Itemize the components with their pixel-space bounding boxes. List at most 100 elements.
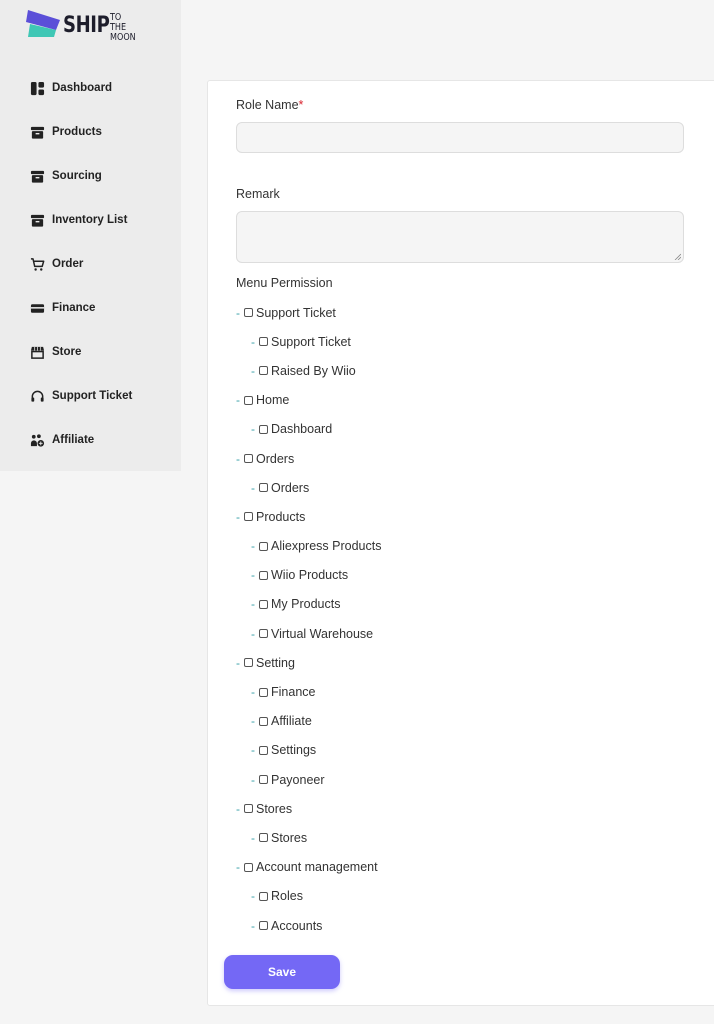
- permission-checkbox[interactable]: [244, 862, 253, 872]
- permission-child-row: - Payoneer: [236, 765, 714, 794]
- permission-checkbox[interactable]: [244, 395, 253, 405]
- permission-checkbox[interactable]: [259, 745, 268, 755]
- tree-dash: -: [236, 801, 240, 816]
- permission-group-row: - Stores: [236, 794, 714, 823]
- sidebar-item-products[interactable]: Products: [0, 110, 181, 154]
- permission-label: Orders: [271, 480, 310, 495]
- permission-group-row: - Orders: [236, 444, 714, 473]
- sidebar-item-finance[interactable]: Finance: [0, 286, 181, 330]
- permission-checkbox[interactable]: [244, 804, 253, 814]
- sidebar-item-label: Inventory List: [52, 214, 128, 226]
- sidebar-item-label: Sourcing: [52, 170, 102, 182]
- permission-child-row: - Support Ticket: [236, 327, 714, 356]
- permission-tree: - Support Ticket - Support Ticket - Raised By…: [236, 298, 714, 940]
- save-button[interactable]: Save: [224, 955, 340, 989]
- sidebar-item-label: Dashboard: [52, 82, 113, 94]
- permission-checkbox[interactable]: [259, 483, 268, 493]
- wallet-icon: [30, 303, 45, 313]
- permission-child-row: - Stores: [236, 823, 714, 852]
- permission-label: Home: [256, 393, 290, 408]
- sidebar-item-affiliate[interactable]: Affiliate: [0, 418, 181, 462]
- permission-checkbox[interactable]: [244, 512, 253, 522]
- permission-label: Account management: [256, 860, 378, 875]
- permission-checkbox[interactable]: [259, 599, 268, 609]
- tree-dash: -: [251, 830, 255, 845]
- permission-child-row: - My Products: [236, 590, 714, 619]
- tree-dash: -: [251, 363, 255, 378]
- role-name-label: Role Name*: [236, 98, 304, 112]
- role-form-card: Role Name* Remark Menu Permission - Suppo…: [207, 80, 714, 1006]
- tree-dash: -: [236, 393, 240, 408]
- tree-dash: -: [236, 860, 240, 875]
- permission-child-row: - Affiliate: [236, 707, 714, 736]
- sidebar-item-label: Store: [52, 346, 82, 358]
- logo[interactable]: SHIP TO THE MOON: [26, 10, 141, 43]
- remark-textarea[interactable]: [236, 211, 684, 263]
- archive-box-icon: [30, 170, 45, 183]
- sidebar-nav: Dashboard Products Sourcing Inventory Li…: [0, 66, 181, 462]
- permission-label: Virtual Warehouse: [271, 626, 374, 641]
- permission-label: Setting: [256, 655, 295, 670]
- sidebar-item-label: Finance: [52, 302, 96, 314]
- permission-child-row: - Finance: [236, 677, 714, 706]
- tree-dash: -: [236, 451, 240, 466]
- permission-group-row: - Home: [236, 386, 714, 415]
- permission-checkbox[interactable]: [244, 454, 253, 464]
- affiliate-icon: [30, 433, 45, 447]
- permission-label: Support Ticket: [256, 305, 336, 320]
- permission-label: Roles: [271, 889, 303, 904]
- tree-dash: -: [251, 480, 255, 495]
- archive-box-icon: [30, 214, 45, 227]
- sidebar-item-support-ticket[interactable]: Support Ticket: [0, 374, 181, 418]
- role-name-input[interactable]: [236, 122, 684, 153]
- permission-group-row: - Account management: [236, 853, 714, 882]
- permission-label: Support Ticket: [271, 334, 351, 349]
- permission-checkbox[interactable]: [259, 775, 268, 785]
- sidebar-item-label: Affiliate: [52, 434, 95, 446]
- resize-handle-icon[interactable]: [674, 253, 681, 260]
- permission-checkbox[interactable]: [244, 658, 253, 668]
- permission-child-row: - Accounts: [236, 911, 714, 940]
- permission-checkbox[interactable]: [259, 833, 268, 843]
- permission-child-row: - Dashboard: [236, 415, 714, 444]
- sidebar-item-order[interactable]: Order: [0, 242, 181, 286]
- sidebar-item-label: Support Ticket: [52, 390, 133, 402]
- tree-dash: -: [251, 743, 255, 758]
- permission-label: Orders: [256, 451, 295, 466]
- tree-dash: -: [251, 597, 255, 612]
- permission-checkbox[interactable]: [259, 687, 268, 697]
- tree-dash: -: [236, 509, 240, 524]
- sidebar-item-dashboard[interactable]: Dashboard: [0, 66, 181, 110]
- sidebar-item-label: Order: [52, 258, 84, 270]
- permission-checkbox[interactable]: [259, 570, 268, 580]
- permission-checkbox[interactable]: [244, 308, 253, 318]
- permission-child-row: - Virtual Warehouse: [236, 619, 714, 648]
- permission-child-row: - Aliexpress Products: [236, 532, 714, 561]
- permission-child-row: - Orders: [236, 473, 714, 502]
- permission-label: My Products: [271, 597, 341, 612]
- sidebar-item-store[interactable]: Store: [0, 330, 181, 374]
- permission-label: Products: [256, 509, 306, 524]
- permission-checkbox[interactable]: [259, 424, 268, 434]
- permission-label: Settings: [271, 743, 317, 758]
- permission-checkbox[interactable]: [259, 891, 268, 901]
- sidebar: SHIP TO THE MOON Dashboard Products Sour…: [0, 0, 181, 471]
- permission-checkbox[interactable]: [259, 337, 268, 347]
- permission-checkbox[interactable]: [259, 366, 268, 376]
- permission-label: Payoneer: [271, 772, 325, 787]
- permission-checkbox[interactable]: [259, 541, 268, 551]
- permission-child-row: - Settings: [236, 736, 714, 765]
- tree-dash: -: [236, 655, 240, 670]
- permission-checkbox[interactable]: [259, 716, 268, 726]
- permission-checkbox[interactable]: [259, 921, 268, 931]
- permission-group-row: - Setting: [236, 648, 714, 677]
- permission-label: Raised By Wiio: [271, 363, 356, 378]
- sidebar-item-sourcing[interactable]: Sourcing: [0, 154, 181, 198]
- permission-checkbox[interactable]: [259, 629, 268, 639]
- permission-label: Aliexpress Products: [271, 539, 382, 554]
- dashboard-icon: [30, 81, 45, 95]
- tree-dash: -: [251, 685, 255, 700]
- tree-dash: -: [251, 889, 255, 904]
- remark-label: Remark: [236, 187, 280, 201]
- sidebar-item-inventory-list[interactable]: Inventory List: [0, 198, 181, 242]
